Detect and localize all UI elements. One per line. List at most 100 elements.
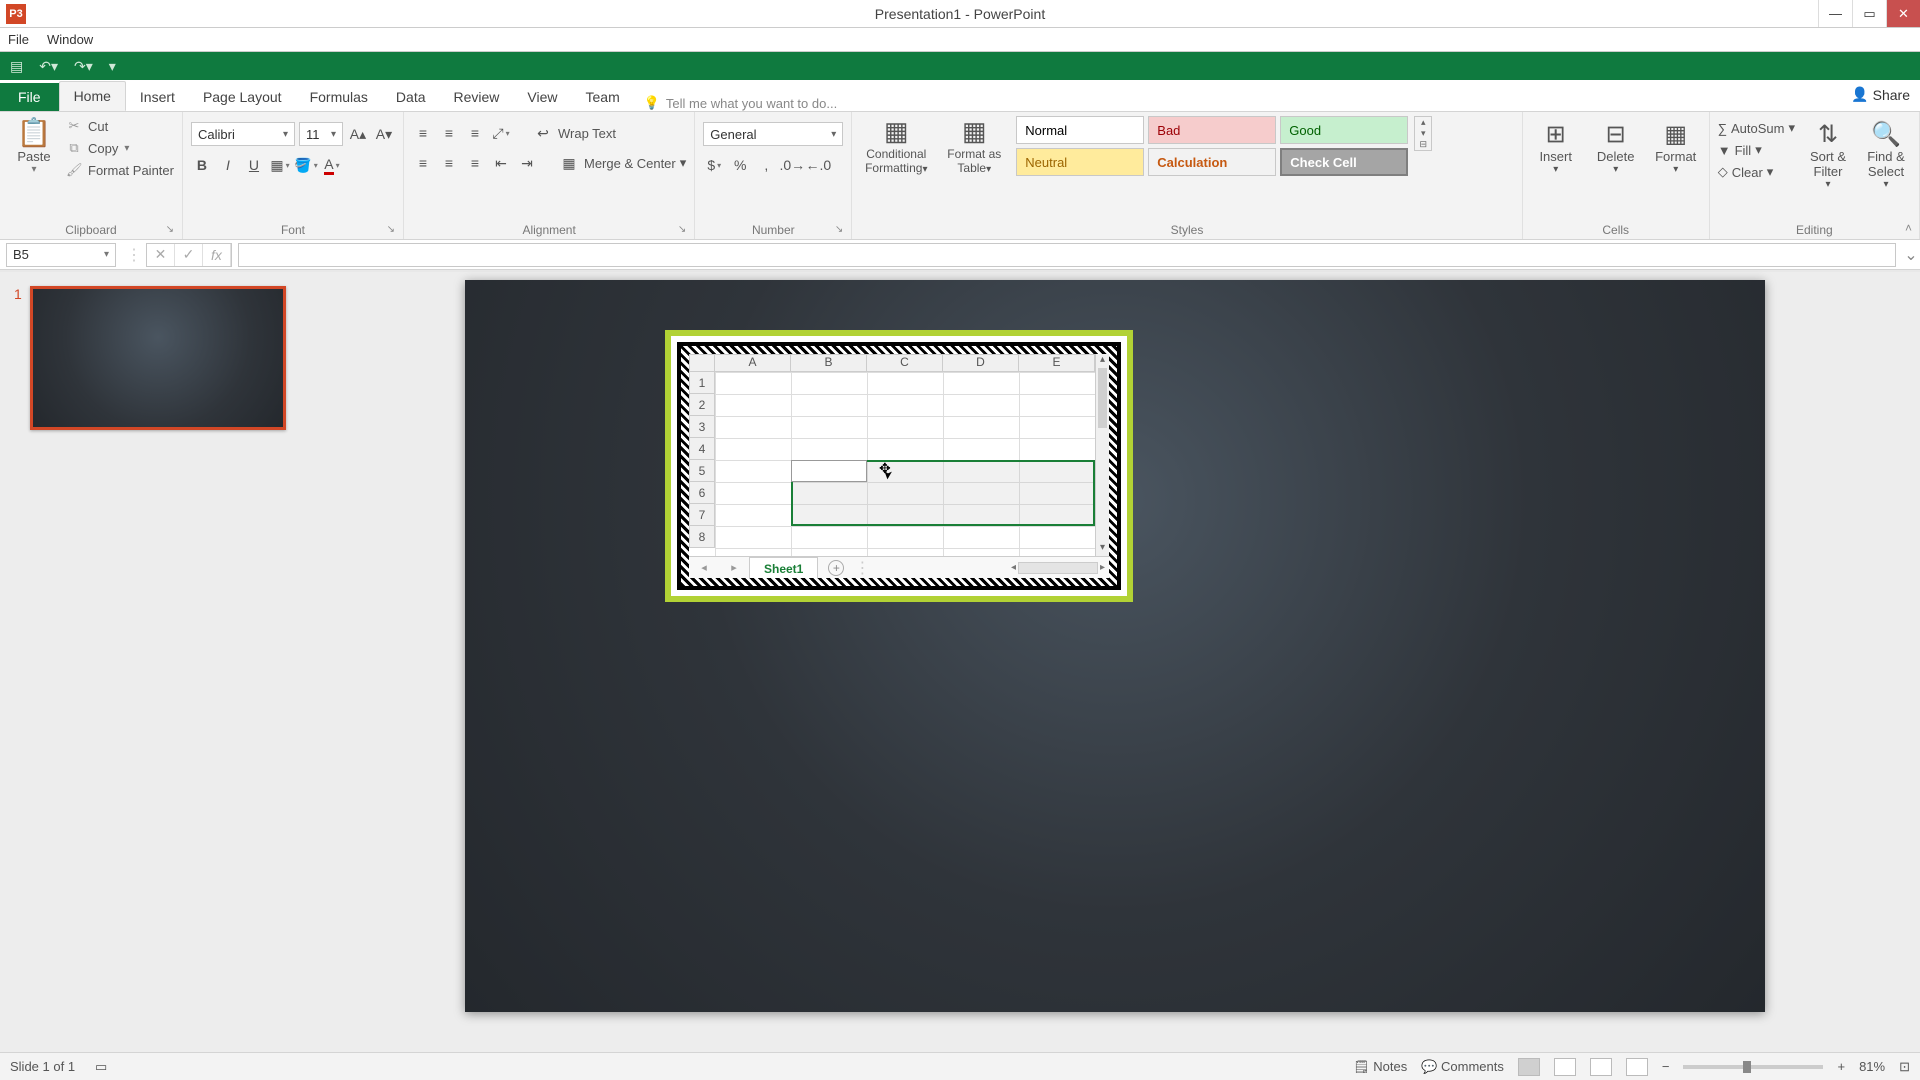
share-button[interactable]: 👤 Share [1851, 86, 1910, 103]
spellcheck-icon[interactable]: ▭ [95, 1059, 107, 1075]
italic-button[interactable]: I [217, 154, 239, 176]
horizontal-scrollbar[interactable] [1018, 562, 1098, 574]
align-top-icon[interactable]: ≡ [412, 122, 434, 144]
conditional-formatting-button[interactable]: ▦Conditional Formatting▾ [860, 116, 932, 175]
font-color-button[interactable]: A [321, 154, 343, 176]
number-format-combo[interactable]: General▾ [703, 122, 843, 146]
slideshow-view-icon[interactable] [1626, 1058, 1648, 1076]
font-name-combo[interactable]: Calibri▾ [191, 122, 295, 146]
copy-button[interactable]: ⧉Copy▾ [66, 140, 174, 156]
font-size-combo[interactable]: 11▾ [299, 122, 343, 146]
comments-button[interactable]: 💬 Comments [1421, 1059, 1504, 1075]
row-header-8[interactable]: 8 [689, 526, 715, 548]
cut-button[interactable]: ✂Cut [66, 118, 174, 134]
percent-format-icon[interactable]: % [729, 154, 751, 176]
embedded-excel-object[interactable]: A B C D E 1 2 3 4 5 [665, 330, 1133, 602]
decrease-indent-icon[interactable]: ⇤ [490, 152, 512, 174]
row-header-2[interactable]: 2 [689, 394, 715, 416]
tab-formulas[interactable]: Formulas [296, 83, 382, 111]
zoom-in-icon[interactable]: + [1837, 1059, 1845, 1074]
delete-cells-button[interactable]: ⊟Delete▾ [1591, 120, 1641, 221]
slide-thumbnail-1[interactable] [30, 286, 286, 430]
number-launcher-icon[interactable]: ↘ [835, 224, 843, 235]
orientation-icon[interactable]: ⤢ [490, 122, 512, 144]
menu-file[interactable]: File [8, 32, 29, 47]
font-launcher-icon[interactable]: ↘ [387, 224, 395, 235]
row-header-1[interactable]: 1 [689, 372, 715, 394]
formula-input[interactable] [238, 243, 1896, 267]
style-normal[interactable]: Normal [1016, 116, 1144, 144]
zoom-slider[interactable] [1683, 1065, 1823, 1069]
reading-view-icon[interactable] [1590, 1058, 1612, 1076]
slide-canvas[interactable]: A B C D E 1 2 3 4 5 [465, 280, 1765, 1012]
zoom-level[interactable]: 81% [1859, 1059, 1885, 1074]
row-header-5[interactable]: 5 [689, 460, 715, 482]
name-box[interactable]: B5▾ [6, 243, 116, 267]
col-header-a[interactable]: A [715, 354, 791, 372]
row-header-3[interactable]: 3 [689, 416, 715, 438]
clipboard-launcher-icon[interactable]: ↘ [166, 224, 174, 235]
sheet-nav-prev-icon[interactable]: ◂ [689, 561, 719, 574]
alignment-launcher-icon[interactable]: ↘ [678, 224, 686, 235]
accounting-format-icon[interactable]: $ [703, 154, 725, 176]
collapse-ribbon-icon[interactable]: ˄ [1905, 221, 1912, 235]
tell-me-search[interactable]: 💡 Tell me what you want to do... [644, 95, 837, 111]
cells-grid[interactable] [715, 372, 1095, 556]
save-icon[interactable]: ▤ [10, 58, 23, 75]
style-check-cell[interactable]: Check Cell [1280, 148, 1408, 176]
qat-customize-icon[interactable]: ▾ [109, 58, 116, 75]
select-all-corner[interactable] [689, 354, 715, 372]
tab-data[interactable]: Data [382, 83, 440, 111]
scroll-down-icon[interactable]: ▾ [1096, 542, 1109, 556]
format-painter-button[interactable]: 🖌Format Painter [66, 162, 174, 178]
style-calculation[interactable]: Calculation [1148, 148, 1276, 176]
fill-color-button[interactable]: 🪣 [295, 154, 317, 176]
insert-function-icon[interactable]: fx [203, 244, 231, 266]
underline-button[interactable]: U [243, 154, 265, 176]
find-select-button[interactable]: 🔍Find & Select▾ [1861, 120, 1911, 221]
undo-icon[interactable]: ↶▾ [39, 58, 58, 75]
tab-view[interactable]: View [513, 83, 571, 111]
sort-filter-button[interactable]: ⇅Sort & Filter▾ [1803, 120, 1853, 221]
tab-page-layout[interactable]: Page Layout [189, 83, 296, 111]
style-gallery-scroll[interactable]: ▴▾⊟ [1414, 116, 1432, 151]
format-cells-button[interactable]: ▦Format▾ [1651, 120, 1701, 221]
new-sheet-icon[interactable]: + [828, 560, 844, 576]
autosum-button[interactable]: ∑AutoSum ▾ [1718, 120, 1795, 136]
align-right-icon[interactable]: ≡ [464, 152, 486, 174]
zoom-out-icon[interactable]: − [1662, 1059, 1670, 1074]
increase-font-icon[interactable]: A▴ [347, 123, 369, 145]
tab-team[interactable]: Team [572, 83, 634, 111]
fit-to-window-icon[interactable]: ⊡ [1899, 1059, 1910, 1075]
enter-formula-icon[interactable]: ✓ [175, 244, 203, 266]
style-neutral[interactable]: Neutral [1016, 148, 1144, 176]
style-good[interactable]: Good [1280, 116, 1408, 144]
merge-center-button[interactable]: Merge & Center ▾ [584, 155, 686, 171]
row-header-4[interactable]: 4 [689, 438, 715, 460]
sheet-nav-next-icon[interactable]: ▸ [719, 561, 749, 574]
menu-window[interactable]: Window [47, 32, 93, 47]
align-middle-icon[interactable]: ≡ [438, 122, 460, 144]
style-bad[interactable]: Bad [1148, 116, 1276, 144]
decrease-font-icon[interactable]: A▾ [373, 123, 395, 145]
col-header-e[interactable]: E [1019, 354, 1095, 372]
format-as-table-button[interactable]: ▦Format as Table▾ [938, 116, 1010, 175]
borders-button[interactable]: ▦ [269, 154, 291, 176]
normal-view-icon[interactable] [1518, 1058, 1540, 1076]
col-header-b[interactable]: B [791, 354, 867, 372]
sheet-tab-active[interactable]: Sheet1 [749, 557, 818, 578]
fill-button[interactable]: ▼Fill ▾ [1718, 142, 1795, 158]
tab-file[interactable]: File [0, 83, 59, 111]
hscroll-right-icon[interactable]: ▸ [1100, 562, 1105, 573]
row-header-6[interactable]: 6 [689, 482, 715, 504]
increase-decimal-icon[interactable]: .0→ [781, 154, 803, 176]
slide-sorter-view-icon[interactable] [1554, 1058, 1576, 1076]
tab-home[interactable]: Home [59, 81, 126, 111]
insert-cells-button[interactable]: ⊞Insert▾ [1531, 120, 1581, 221]
embedded-worksheet[interactable]: A B C D E 1 2 3 4 5 [689, 354, 1109, 578]
decrease-decimal-icon[interactable]: ←.0 [807, 154, 829, 176]
restore-button[interactable]: ▭ [1852, 0, 1886, 27]
col-header-d[interactable]: D [943, 354, 1019, 372]
redo-icon[interactable]: ↷▾ [74, 58, 93, 75]
scroll-up-icon[interactable]: ▴ [1096, 354, 1109, 368]
